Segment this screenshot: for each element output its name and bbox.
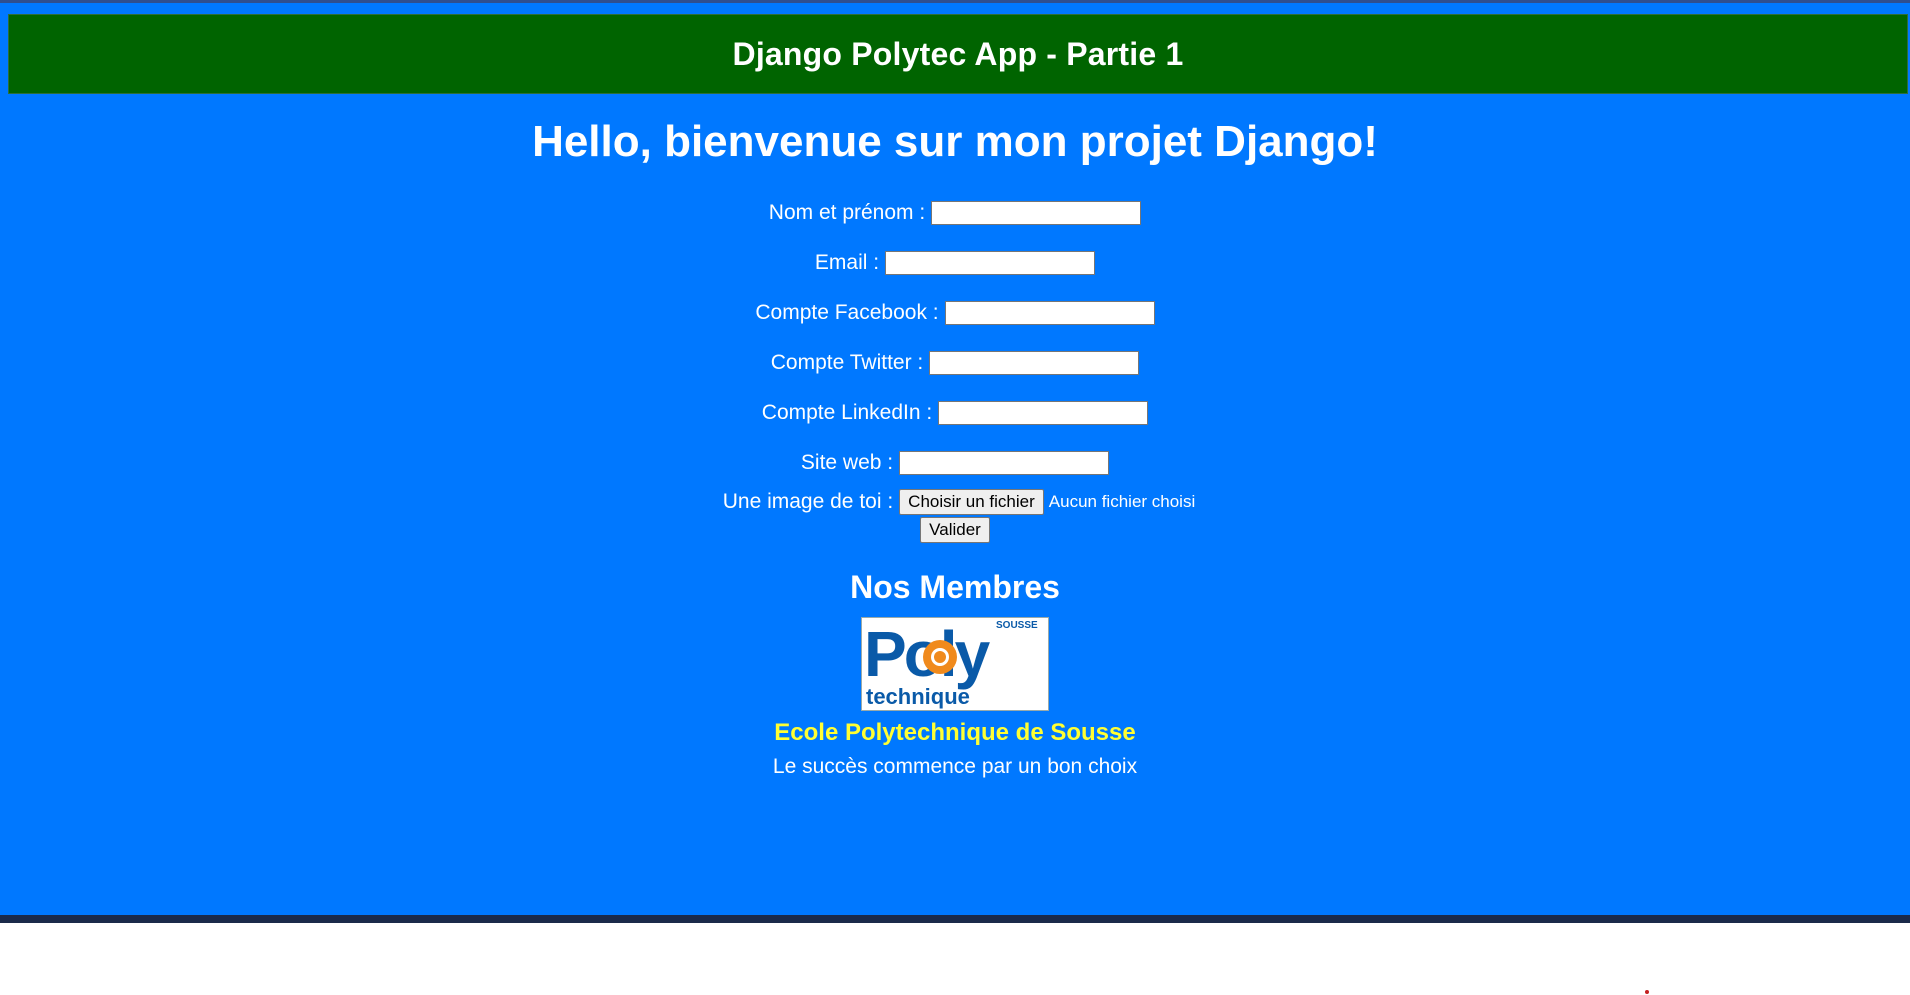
- form-row-submit: Valider: [0, 516, 1910, 544]
- app-title: Django Polytec App - Partie 1: [732, 35, 1184, 72]
- page-background: Django Polytec App - Partie 1 Hello, bie…: [0, 0, 1910, 915]
- form-row-linkedin: Compte LinkedIn :: [0, 388, 1910, 438]
- school-name: Ecole Polytechnique de Sousse: [774, 719, 1136, 746]
- image-label: Une image de toi :: [722, 490, 894, 513]
- website-label: Site web :: [800, 451, 894, 474]
- polytechnique-logo: Poly technique SOUSSE: [861, 617, 1049, 711]
- logo-small-text: technique: [866, 684, 970, 709]
- cursor-dot: [1645, 990, 1649, 994]
- linkedin-input[interactable]: [938, 401, 1149, 425]
- form-row-email: Email :: [0, 238, 1910, 288]
- welcome-heading: Hello, bienvenue sur mon projet Django!: [532, 117, 1378, 166]
- logo-tag: SOUSSE: [996, 620, 1038, 631]
- profile-form: Nom et prénom : Email : Compte Facebook …: [0, 188, 1910, 544]
- email-input[interactable]: [885, 251, 1096, 275]
- main-content: Hello, bienvenue sur mon projet Django! …: [0, 94, 1910, 779]
- linkedin-label: Compte LinkedIn :: [761, 401, 933, 424]
- form-row-name: Nom et prénom :: [0, 188, 1910, 238]
- name-input[interactable]: [931, 201, 1142, 225]
- choose-file-button[interactable]: Choisir un fichier: [899, 489, 1044, 515]
- website-input[interactable]: [899, 451, 1110, 475]
- file-status-text: Aucun fichier choisi: [1048, 492, 1196, 511]
- email-label: Email :: [814, 251, 880, 274]
- gear-center: [934, 651, 946, 663]
- submit-button[interactable]: Valider: [920, 517, 990, 543]
- members-heading: Nos Membres: [850, 569, 1060, 605]
- twitter-input[interactable]: [929, 351, 1140, 375]
- bottom-bar: [0, 915, 1910, 923]
- school-slogan: Le succès commence par un bon choix: [772, 755, 1138, 778]
- twitter-label: Compte Twitter :: [770, 351, 924, 374]
- facebook-input[interactable]: [944, 301, 1155, 325]
- polytechnique-logo-graphic: Poly technique SOUSSE: [864, 618, 1038, 709]
- form-row-website: Site web :: [0, 438, 1910, 488]
- form-row-facebook: Compte Facebook :: [0, 288, 1910, 338]
- header-banner: Django Polytec App - Partie 1: [8, 14, 1908, 94]
- form-row-image: Une image de toi : Choisir un fichier Au…: [8, 488, 1910, 516]
- facebook-label: Compte Facebook :: [755, 301, 939, 324]
- form-row-twitter: Compte Twitter :: [0, 338, 1910, 388]
- name-label: Nom et prénom :: [768, 201, 926, 224]
